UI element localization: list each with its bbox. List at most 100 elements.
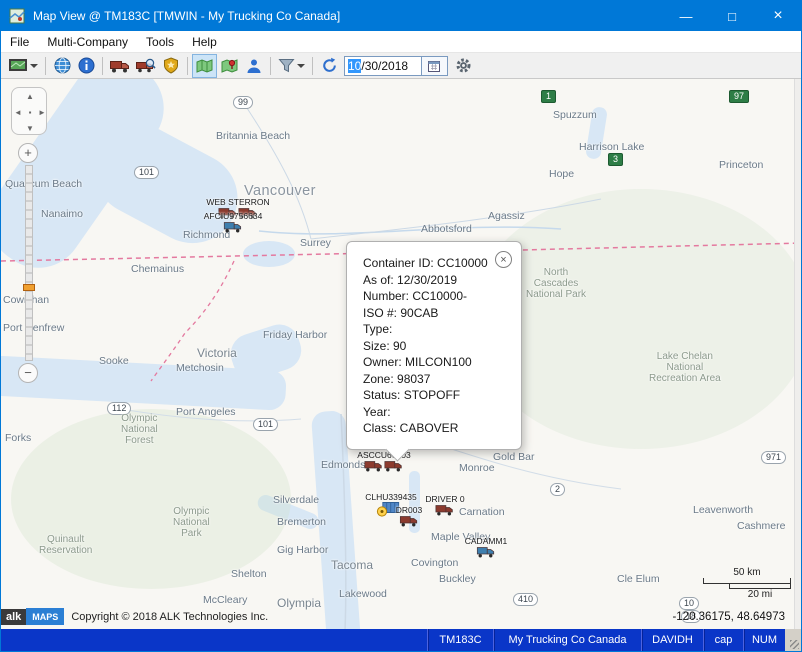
date-control: 10/30/2018 [344,55,448,77]
menu-file[interactable]: File [1,33,38,51]
refresh-button[interactable] [317,54,341,78]
map-label: Agassiz [488,210,525,222]
resize-grip[interactable] [785,629,801,651]
date-selected-segment: 10 [348,59,361,73]
zoom-slider[interactable] [25,165,33,361]
pan-left-button[interactable]: ◄ [14,108,22,117]
map-label: Britannia Beach [216,130,290,142]
popup-field: Size: 90 [363,338,507,355]
toolbar-separator [312,57,313,75]
map-label: Carnation [459,506,505,518]
zoom-control: + − [18,143,40,383]
vehicle-button[interactable] [107,54,133,78]
scale-km-label: 50 km [703,567,791,578]
highway-shield: 2 [550,483,565,496]
marker-icons [377,506,388,517]
highway-shield: 10 [679,597,699,610]
highway-shield: 410 [513,593,538,606]
scale-mi-line [729,584,791,589]
map-label: Bremerton [277,516,326,528]
menu-multi-company[interactable]: Multi-Company [38,33,137,51]
map-label: Gig Harbor [277,544,328,556]
map-marker[interactable] [377,506,388,517]
marker-icons [204,221,263,233]
popup-field: Status: STOPOFF [363,387,507,404]
pan-center-button[interactable]: ▪ [29,108,32,117]
map-style-icon [8,58,28,74]
person-button[interactable] [242,54,266,78]
map-label: Harrison Lake [579,141,644,153]
maps-logo: MAPS [26,608,64,625]
menu-tools[interactable]: Tools [137,33,183,51]
vehicle-search-button[interactable] [133,54,159,78]
popup-field: Container ID: CC10000 [363,255,507,272]
map-label: Victoria [197,346,237,360]
pan-right-button[interactable]: ► [38,108,46,117]
popup-field: Year: [363,404,507,421]
map-label: Shelton [231,568,267,580]
shield-button[interactable] [159,54,183,78]
popup-close-button[interactable]: × [495,251,512,268]
map-canvas[interactable]: 99197SpuzzumBritannia Beach101Harrison L… [1,79,801,629]
globe-icon [54,57,71,74]
cursor-coordinates: -120.36175, 48.64973 [672,611,785,623]
container-info-popup: × Container ID: CC10000As of: 12/30/2019… [346,241,522,450]
map-marker[interactable]: DR003 [396,505,422,527]
map-label: Hope [549,168,574,180]
map-marker[interactable]: DRIVER 0 [425,494,464,516]
map-label: Abbotsford [421,223,472,235]
map-label: Sooke [99,355,129,367]
scale-bar: 50 km 20 mi [703,567,791,600]
map-label: Gold Bar [493,451,534,463]
globe-button[interactable] [50,54,74,78]
filter-button[interactable] [275,54,308,78]
attribution: alk MAPS Copyright © 2018 ALK Technologi… [1,608,268,625]
map-label: Monroe [459,462,495,474]
chevron-down-icon [30,64,38,68]
map-label: Buckley [439,573,476,585]
map-label: McCleary [203,594,247,606]
map-label: Olympic National Park [173,506,210,539]
map-view-button[interactable] [192,54,217,78]
refresh-icon [321,57,338,74]
scale-mi-label: 20 mi [729,589,791,600]
toolbar-separator [102,57,103,75]
map-label: Olympic National Forest [121,413,158,446]
zoom-in-button[interactable]: + [18,143,38,163]
settings-button[interactable] [451,54,475,78]
marker-icons [425,504,464,516]
pan-up-button[interactable]: ▲ [26,92,34,101]
maximize-button[interactable]: □ [709,1,755,31]
map-label: Chemainus [131,263,184,275]
marker-label: CLHU339435 [365,492,417,502]
map-marker[interactable]: CADAMM1 [465,536,508,558]
map-marker[interactable]: AFCIU9756634 [204,211,263,233]
info-button[interactable] [74,54,98,78]
popup-body: Container ID: CC10000As of: 12/30/2019Nu… [363,255,507,437]
map-style-button[interactable] [5,54,41,78]
map-icon [195,58,214,74]
map-label: Lake Chelan National Recreation Area [649,351,721,384]
map-label: Nanaimo [41,208,83,220]
zoom-out-button[interactable]: − [18,363,38,383]
popup-field: Number: CC10000- [363,288,507,305]
close-button[interactable]: × [755,1,801,31]
menu-help[interactable]: Help [183,33,226,51]
map-pin-button[interactable] [217,54,242,78]
toolbar: 10/30/2018 [1,53,801,79]
calendar-button[interactable] [422,56,448,76]
pan-control: ▲ ◄ ▪ ► ▼ [11,87,47,135]
zoom-slider-handle[interactable] [23,284,35,291]
map-label: Quinault Reservation [39,534,92,556]
pan-down-button[interactable]: ▼ [26,124,34,133]
alk-logo: alk [1,609,26,625]
info-icon [78,57,95,74]
marker-icons [357,460,410,472]
status-user: DAVIDH [641,629,703,651]
minimize-button[interactable]: — [663,1,709,31]
date-input[interactable]: 10/30/2018 [344,56,422,76]
highway-shield: 971 [761,451,786,464]
date-rest-segment: /30/2018 [361,59,408,73]
status-terminal: TM183C [427,629,493,651]
copyright-text: Copyright © 2018 ALK Technologies Inc. [71,611,268,623]
